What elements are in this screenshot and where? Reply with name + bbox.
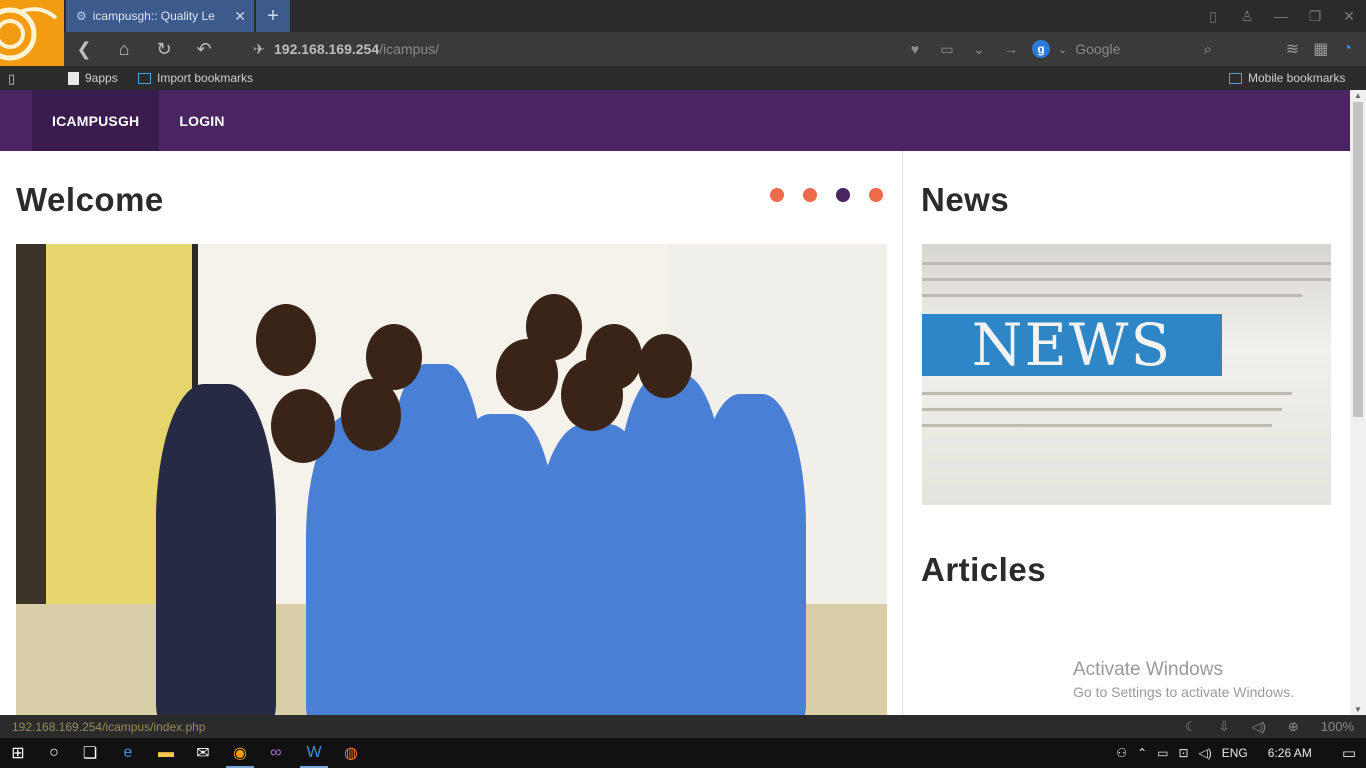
speed-dial-icon[interactable]: ◔ — [1342, 40, 1352, 58]
news-banner: NEWS — [922, 311, 1222, 379]
watermark-subtitle: Go to Settings to activate Windows. — [1073, 684, 1294, 700]
sidebar: News NEWS Articles Activate Windows Go t… — [904, 151, 1350, 715]
file-explorer-icon[interactable]: ▬ — [148, 738, 184, 768]
bookmark-import[interactable]: Import bookmarks — [138, 71, 253, 85]
reader-icon[interactable]: ▭ — [931, 41, 963, 58]
favorite-icon[interactable]: ♥ — [899, 41, 931, 57]
home-icon[interactable]: ⌂ — [104, 39, 144, 60]
search-box[interactable]: g ⌄ Google ⌕ — [1032, 36, 1212, 62]
uc-browser-icon[interactable]: ◉ — [222, 738, 258, 768]
scroll-down-icon[interactable]: ▼ — [1350, 705, 1366, 714]
welcome-heading: Welcome — [16, 181, 164, 218]
window-controls: ▯ ♙ — ❐ ✕ — [1196, 0, 1366, 32]
carousel-dot[interactable] — [836, 188, 850, 202]
bookmark-label: 9apps — [85, 71, 118, 85]
welcome-section: Welcome — [0, 151, 903, 715]
status-bar: 192.168.169.254/icampus/index.php ☾ ⇩ ◁)… — [0, 715, 1366, 738]
visual-studio-icon[interactable]: ∞ — [258, 738, 294, 768]
wifi-icon[interactable]: ≋ — [1286, 39, 1299, 59]
carousel-dot[interactable] — [803, 188, 817, 202]
start-icon[interactable]: ⊞ — [0, 738, 36, 768]
night-mode-icon[interactable]: ☾ — [1185, 719, 1197, 735]
news-heading: News — [921, 181, 1010, 218]
chevron-up-icon[interactable]: ⌃ — [1137, 746, 1147, 760]
status-tools: ☾ ⇩ ◁) ⊕ 100% — [1185, 715, 1354, 738]
browser-logo[interactable] — [0, 0, 64, 66]
edge-icon[interactable]: e — [110, 738, 146, 768]
url-host: 192.168.169.254 — [274, 41, 380, 57]
firefox-icon[interactable]: ◍ — [333, 738, 369, 768]
back-icon[interactable]: ❮ — [64, 39, 104, 60]
browser-tab[interactable]: ⚙ icampusgh:: Quality Le ✕ — [66, 0, 254, 32]
bookmark-label: Import bookmarks — [157, 71, 254, 85]
scroll-thumb[interactable] — [1353, 102, 1363, 417]
go-icon[interactable]: → — [995, 41, 1027, 57]
volume-icon[interactable]: ◁) — [1252, 719, 1266, 735]
watermark-title: Activate Windows — [1073, 659, 1223, 680]
reading-list-icon[interactable]: ▯ — [8, 71, 15, 87]
word-icon[interactable]: W — [296, 738, 332, 768]
welcome-photo — [16, 244, 887, 715]
tab-title: icampusgh:: Quality Le — [92, 9, 215, 23]
page-scrollbar[interactable]: ▲ ▼ — [1350, 90, 1366, 715]
mail-icon[interactable]: ✉ — [185, 738, 221, 768]
clock[interactable]: 6:26 AM — [1268, 746, 1312, 760]
browser-toolbar: ❮ ⌂ ↻ ↶ ✈ 192.168.169.254 /icampus/ ♥ ▭ … — [64, 32, 1366, 66]
url-path: /icampus/ — [379, 41, 440, 57]
engine-dropdown-icon[interactable]: ⌄ — [1058, 43, 1067, 56]
bookmark-mobile[interactable]: Mobile bookmarks — [1229, 71, 1345, 85]
cortana-icon[interactable]: ○ — [36, 738, 72, 768]
news-image[interactable]: NEWS — [922, 244, 1331, 505]
nav-login-link[interactable]: LOGIN — [159, 90, 244, 151]
carousel-dot[interactable] — [770, 188, 784, 202]
task-view-icon[interactable]: ❏ — [72, 738, 108, 768]
apps-grid-icon[interactable]: ▦ — [1313, 39, 1328, 59]
tablet-mode-icon[interactable]: ▯ — [1196, 8, 1230, 25]
bookmark-label: Mobile bookmarks — [1248, 71, 1346, 85]
close-window-icon[interactable]: ✕ — [1332, 8, 1366, 25]
browser-tab-bar: ⚙ icampusgh:: Quality Le ✕ + ▯ ♙ — ❐ ✕ — [0, 0, 1366, 32]
zoom-icon[interactable]: ⊕ — [1288, 719, 1299, 735]
scroll-up-icon[interactable]: ▲ — [1350, 91, 1366, 100]
language-indicator[interactable]: ENG — [1222, 746, 1248, 760]
speaker-icon[interactable]: ◁) — [1199, 746, 1212, 760]
page-viewport: ICAMPUSGH LOGIN Welcome News NEWS Articl… — [0, 90, 1350, 715]
windows-taskbar: ⊞ ○ ❏ e ▬ ✉ ◉ ∞ W ◍ ⚇ ⌃ ▭ ⊡ ◁) ENG 6:26 … — [0, 738, 1366, 768]
bookmarks-bar: ▯ 9apps Import bookmarks Mobile bookmark… — [0, 66, 1366, 90]
people-icon[interactable]: ⚇ — [1116, 746, 1127, 760]
notifications-icon[interactable]: ▭ — [1342, 744, 1356, 762]
download-icon[interactable]: ⇩ — [1219, 719, 1230, 735]
search-icon[interactable]: ⌕ — [1204, 41, 1212, 58]
zoom-level[interactable]: 100% — [1321, 719, 1354, 734]
carousel-indicators — [770, 188, 883, 202]
new-tab-button[interactable]: + — [256, 0, 290, 32]
restore-icon[interactable]: ❐ — [1298, 8, 1332, 25]
carousel-dot[interactable] — [869, 188, 883, 202]
folder-icon — [138, 72, 151, 84]
tab-close-icon[interactable]: ✕ — [234, 8, 246, 25]
chevron-down-icon[interactable]: ⌄ — [963, 41, 995, 58]
status-url: 192.168.169.254/icampus/index.php — [12, 719, 206, 734]
reload-icon[interactable]: ↻ — [144, 39, 184, 60]
nav-brand-link[interactable]: ICAMPUSGH — [32, 90, 160, 151]
bookmark-9apps[interactable]: 9apps — [68, 71, 118, 85]
page-icon — [68, 71, 79, 85]
undo-icon[interactable]: ↶ — [184, 39, 224, 60]
network-icon[interactable]: ⊡ — [1178, 746, 1188, 760]
search-engine-icon[interactable]: g — [1032, 40, 1050, 58]
folder-icon — [1229, 72, 1242, 84]
search-input[interactable]: Google — [1075, 41, 1120, 57]
activate-windows-watermark: Activate Windows Go to Settings to activ… — [1073, 659, 1294, 700]
address-tools: ♥ ▭ ⌄ → — [899, 32, 1027, 66]
speed-mode-icon[interactable]: ✈ — [244, 41, 274, 58]
battery-icon[interactable]: ▭ — [1157, 746, 1168, 760]
extension-tools: ≋ ▦ ◔ — [1286, 32, 1352, 66]
articles-heading: Articles — [921, 551, 1047, 588]
system-tray: ⚇ ⌃ ▭ ⊡ ◁) ENG 6:26 AM ▭ — [1116, 738, 1366, 768]
page-favicon-icon: ⚙ — [76, 9, 87, 23]
site-nav: ICAMPUSGH LOGIN — [0, 90, 1350, 151]
skin-icon[interactable]: ♙ — [1230, 8, 1264, 25]
minimize-icon[interactable]: — — [1264, 8, 1298, 24]
